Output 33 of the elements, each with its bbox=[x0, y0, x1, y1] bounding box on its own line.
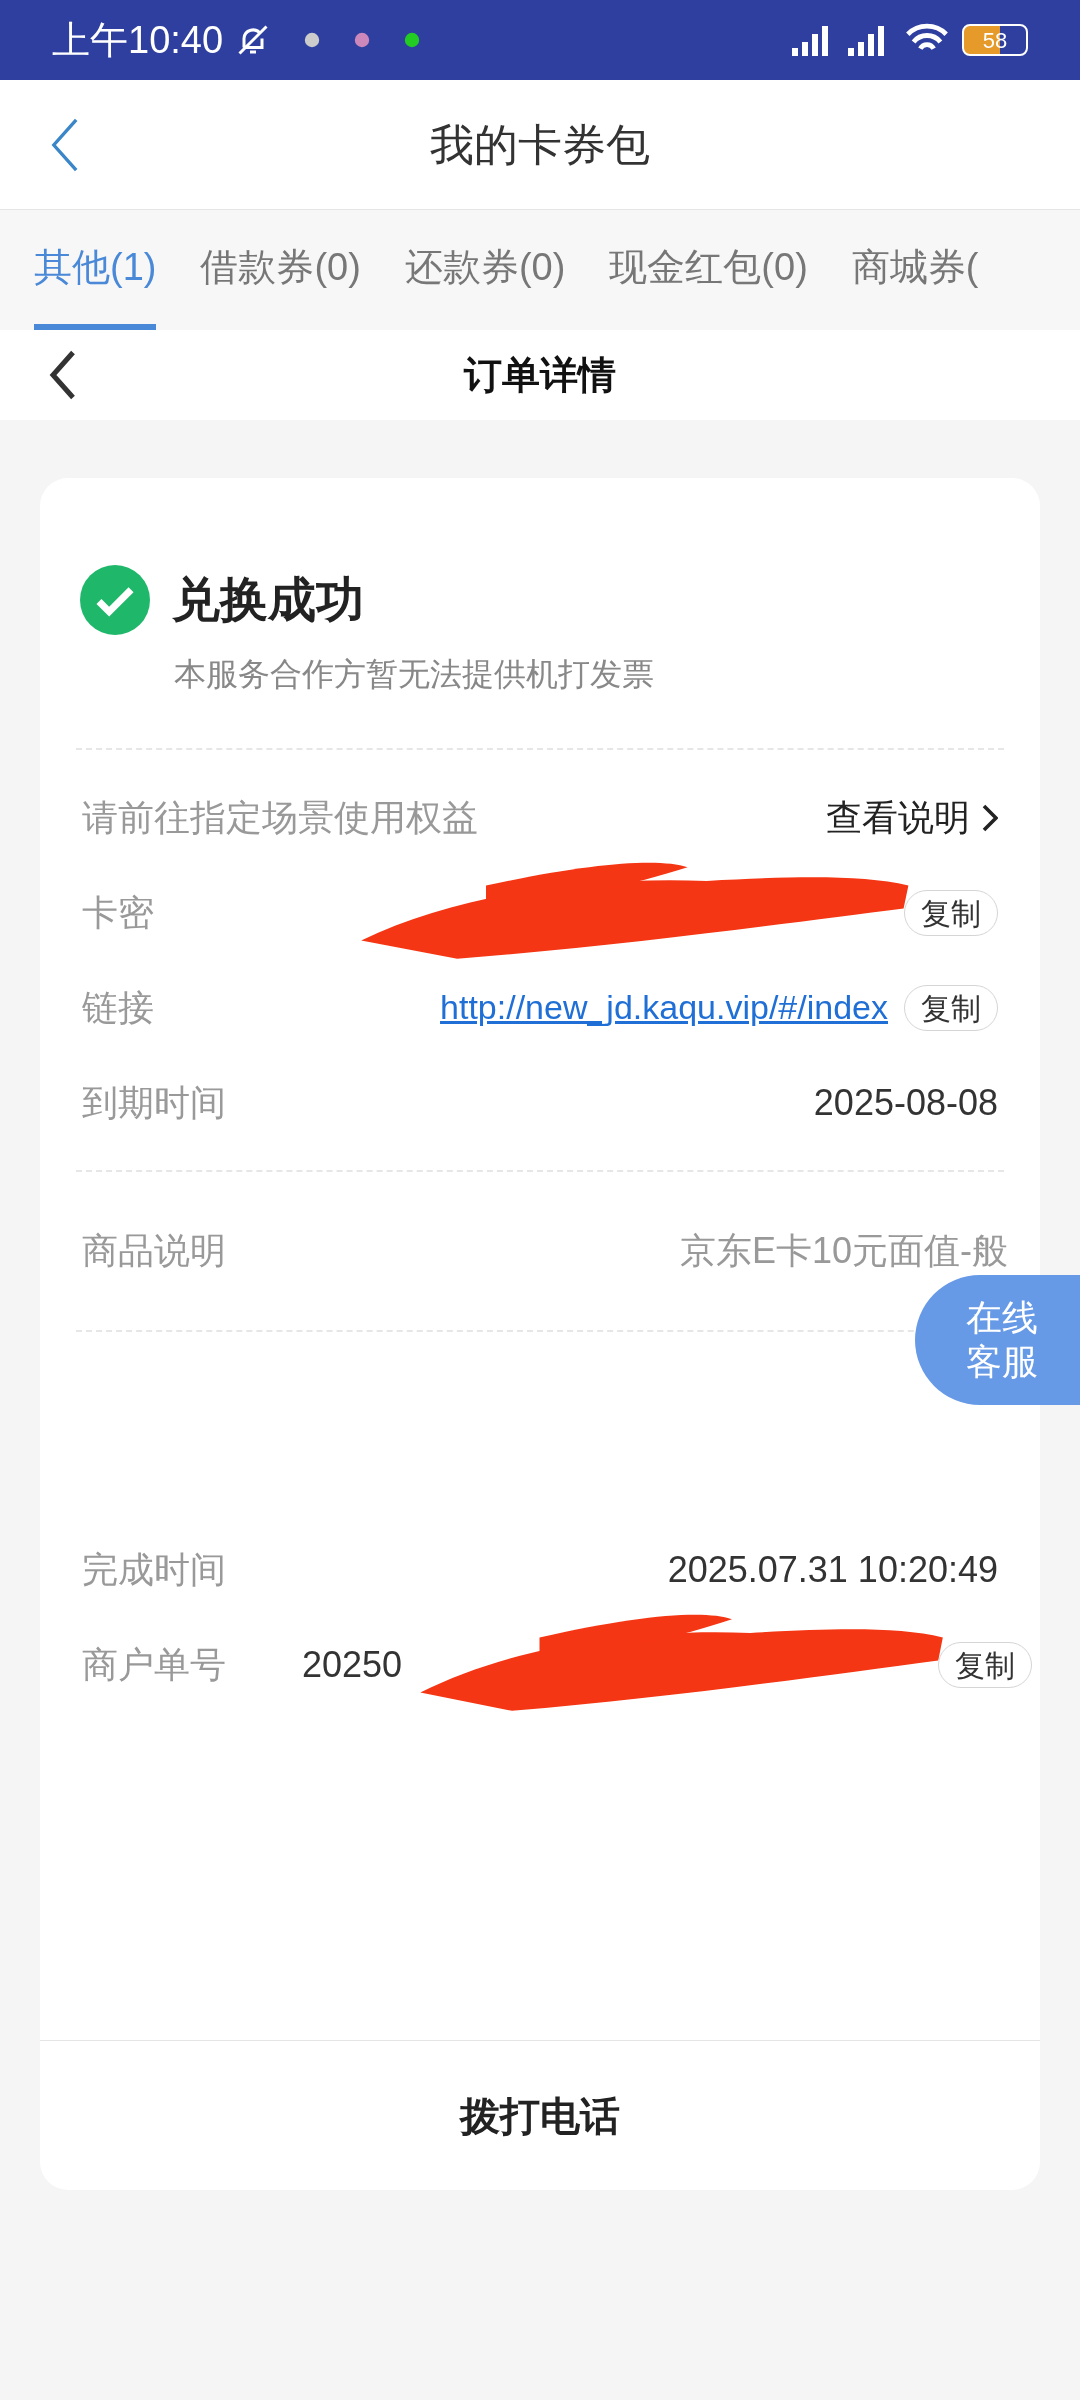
tab[interactable]: 商城券( bbox=[851, 210, 979, 330]
copy-button[interactable]: 复制 bbox=[904, 889, 998, 936]
field-label: 链接 bbox=[82, 985, 155, 1030]
app-icon bbox=[303, 31, 322, 49]
app-icon bbox=[403, 31, 422, 49]
result-note: 本服务合作方暂无法提供机打发票 bbox=[173, 655, 655, 694]
field-label: 到期时间 bbox=[82, 1080, 227, 1125]
back-icon[interactable] bbox=[48, 349, 78, 401]
field-label: 完成时间 bbox=[82, 1547, 227, 1592]
field-label: 商品说明 bbox=[82, 1229, 226, 1273]
check-icon bbox=[80, 565, 150, 635]
field-label: 卡密 bbox=[82, 890, 155, 935]
field-label: 商户单号 bbox=[82, 1642, 227, 1687]
call-button[interactable]: 拨打电话 bbox=[40, 2040, 1040, 2190]
page-title: 我的卡券包 bbox=[430, 118, 650, 171]
copy-button[interactable]: 复制 bbox=[938, 1641, 1033, 1688]
tab[interactable]: 借款券(0) bbox=[200, 210, 361, 330]
usage-label: 请前往指定场景使用权益 bbox=[82, 795, 478, 840]
page-title: 订单详情 bbox=[464, 352, 616, 398]
customer-service-button[interactable]: 在线 客服 bbox=[915, 1275, 1080, 1405]
chevron-right-icon bbox=[982, 803, 998, 832]
instructions-link[interactable]: 查看说明 bbox=[826, 790, 998, 845]
tab[interactable]: 现金红包(0) bbox=[609, 210, 808, 330]
result-title: 兑换成功 bbox=[172, 572, 364, 628]
field-value: 2025.07.31 10:20:49 bbox=[667, 1547, 998, 1592]
product-description: 京东E卡10元面值-般 bbox=[679, 1229, 1008, 1273]
field-value: 20250 bbox=[302, 1642, 403, 1687]
copy-button[interactable]: 复制 bbox=[904, 984, 998, 1031]
link-text[interactable]: http://new_jd.kaqu.vip/#/index bbox=[440, 982, 888, 1033]
field-value: 2025-08-08 bbox=[813, 1080, 998, 1125]
tab[interactable]: 还款券(0) bbox=[404, 210, 566, 330]
app-icon bbox=[353, 31, 372, 49]
status-time: 上午10:40 bbox=[52, 17, 224, 63]
